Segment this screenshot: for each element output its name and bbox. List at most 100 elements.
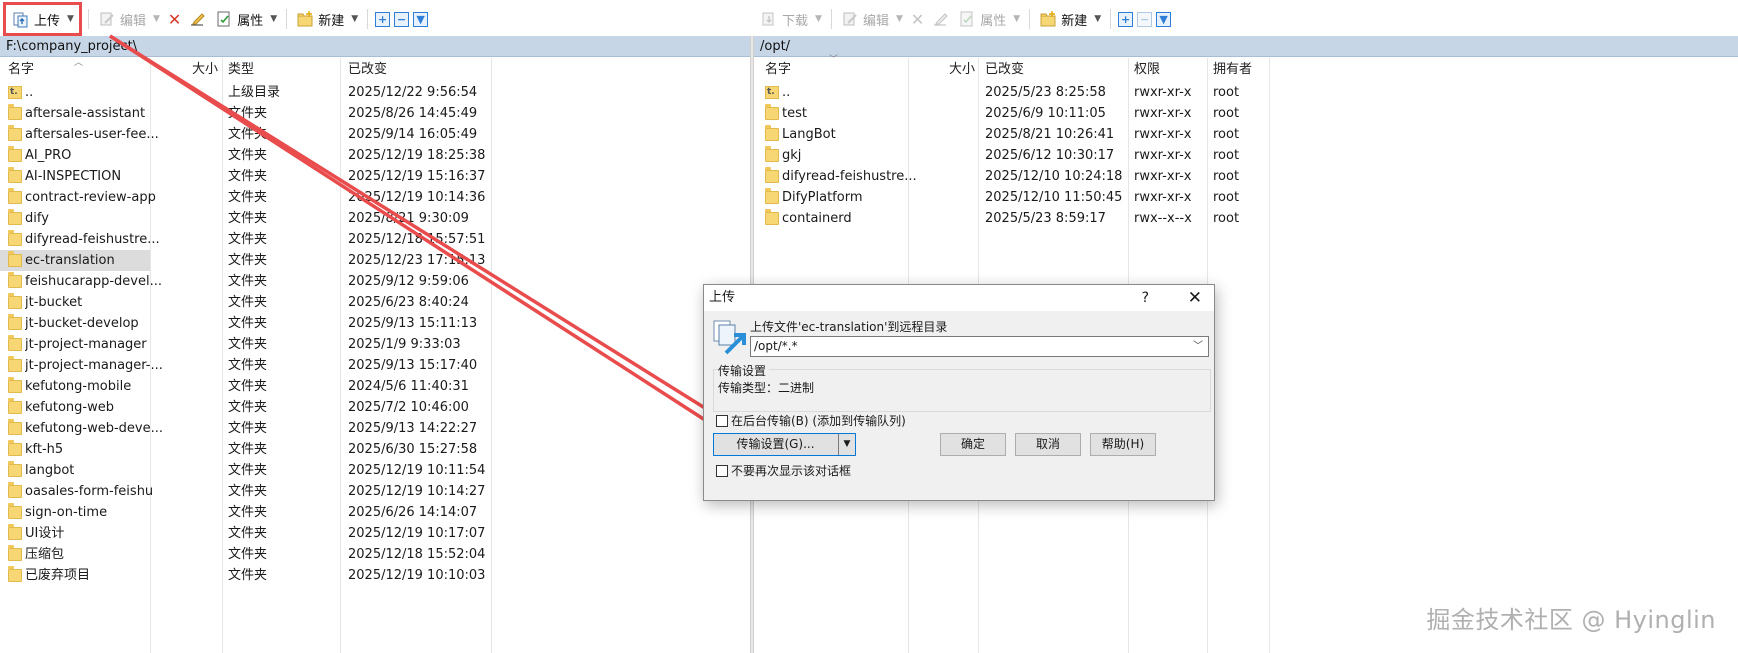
- column-header-size[interactable]: 大小: [192, 58, 218, 82]
- file-row[interactable]: AI-INSPECTION 文件夹 2025/12/19 15:16:37: [0, 166, 750, 187]
- download-dropdown-icon[interactable]: ▼: [815, 14, 822, 24]
- column-header-modified[interactable]: 已改变: [348, 58, 387, 82]
- cell-type: 文件夹: [228, 526, 268, 541]
- file-row[interactable]: test 2025/6/9 10:11:05 rwxr-xr-x root: [755, 103, 1738, 124]
- file-row[interactable]: jt-bucket-develop 文件夹 2025/9/13 15:11:13: [0, 313, 750, 334]
- cell-owner: root: [1213, 106, 1240, 121]
- remote-edit-dropdown-icon[interactable]: ▼: [896, 14, 903, 24]
- cell-name: jt-project-manager-...: [25, 358, 163, 373]
- cell-modified: 2025/6/30 15:27:58: [348, 442, 478, 457]
- folder-icon: [765, 167, 779, 183]
- file-row[interactable]: 压缩包 文件夹 2025/12/18 15:52:04: [0, 544, 750, 565]
- column-header-permissions[interactable]: 权限: [1134, 58, 1160, 82]
- cell-permissions: rwxr-xr-x: [1134, 85, 1192, 100]
- chevron-down-icon[interactable]: ﹀: [1193, 337, 1203, 356]
- background-transfer-checkbox[interactable]: [716, 414, 728, 427]
- column-header-name[interactable]: 名字: [8, 58, 34, 82]
- cell-name: oasales-form-feishu: [25, 484, 154, 499]
- column-header-type[interactable]: 类型: [228, 58, 254, 82]
- cell-permissions: rwxr-xr-x: [1134, 169, 1192, 184]
- file-row[interactable]: aftersales-user-fee... 文件夹 2025/9/14 16:05…: [0, 124, 750, 145]
- local-file-list[interactable]: 名字 ︿ 大小 类型 已改变 t... 上级目录 2025/12/22 9:56:5…: [0, 58, 750, 653]
- upload-dropdown-icon[interactable]: ▼: [67, 14, 74, 24]
- remote-edit-button[interactable]: 编辑 ▼: [837, 7, 907, 31]
- file-row[interactable]: kft-h5 文件夹 2025/6/30 15:27:58: [0, 439, 750, 460]
- parent-directory-row[interactable]: t... 上级目录 2025/12/22 9:56:54: [0, 82, 750, 103]
- file-row[interactable]: gkj 2025/6/12 10:30:17 rwxr-xr-x root: [755, 145, 1738, 166]
- upload-icon: [12, 10, 30, 28]
- edit-button[interactable]: 编辑 ▼: [94, 7, 164, 31]
- download-button[interactable]: 下载 ▼: [756, 7, 826, 31]
- cancel-button[interactable]: 取消: [1015, 433, 1081, 456]
- cell-modified: 2025/12/22 9:56:54: [348, 85, 478, 100]
- parent-directory-row[interactable]: t... 2025/5/23 8:25:58 rwxr-xr-x root: [755, 82, 1738, 103]
- file-row[interactable]: AI_PRO 文件夹 2025/12/19 18:25:38: [0, 145, 750, 166]
- select-all-icon[interactable]: +: [1118, 11, 1134, 27]
- file-row[interactable]: aftersale-assistant 文件夹 2025/8/26 14:45:49: [0, 103, 750, 124]
- cell-type: 文件夹: [228, 463, 268, 478]
- folder-icon: [8, 167, 22, 183]
- sort-ascending-icon: ︿: [74, 58, 84, 68]
- remote-properties-dropdown-icon[interactable]: ▼: [1013, 14, 1020, 24]
- file-row[interactable]: containerd 2025/5/23 8:59:17 rwx--x--x root: [755, 208, 1738, 229]
- new-button[interactable]: 新建 ▼: [292, 7, 362, 31]
- file-row[interactable]: LangBot 2025/8/21 10:26:41 rwxr-xr-x root: [755, 124, 1738, 145]
- watermark: 掘金技术社区 @ Hyinglin: [1426, 606, 1716, 634]
- parent-directory-icon: t.: [8, 86, 22, 99]
- column-header-name[interactable]: 名字: [765, 58, 791, 82]
- dialog-help-icon[interactable]: ?: [1142, 285, 1149, 311]
- remote-delete-button[interactable]: ✕: [907, 7, 928, 31]
- remote-new-dropdown-icon[interactable]: ▼: [1094, 14, 1101, 24]
- file-row[interactable]: kefutong-mobile 文件夹 2024/5/6 11:40:31: [0, 376, 750, 397]
- file-row[interactable]: kefutong-web-deve... 文件夹 2025/9/13 14:22:2…: [0, 418, 750, 439]
- dont-show-again-checkbox[interactable]: [716, 464, 728, 477]
- file-row[interactable]: difyread-feishustre... 文件夹 2025/12/18 15:5…: [0, 229, 750, 250]
- deselect-icon[interactable]: −: [1137, 11, 1153, 27]
- dialog-close-icon[interactable]: ✕: [1188, 285, 1202, 311]
- dont-show-again-label: 不要再次显示该对话框: [731, 464, 852, 478]
- edit-dropdown-icon[interactable]: ▼: [153, 14, 160, 24]
- file-row[interactable]: jt-project-manager-... 文件夹 2025/9/13 15:17…: [0, 355, 750, 376]
- file-row[interactable]: kefutong-web 文件夹 2025/7/2 10:46:00: [0, 397, 750, 418]
- dont-show-again-option[interactable]: 不要再次显示该对话框: [716, 462, 851, 479]
- remote-new-button[interactable]: 新建 ▼: [1035, 7, 1105, 31]
- target-path-combobox[interactable]: /opt/*.* ﹀: [750, 336, 1209, 357]
- transfer-settings-split-button[interactable]: 传输设置(G)... ▼: [713, 433, 856, 456]
- help-button[interactable]: 帮助(H): [1090, 433, 1156, 456]
- upload-button[interactable]: 上传 ▼: [8, 7, 78, 31]
- rename-button[interactable]: [185, 7, 211, 31]
- new-dropdown-icon[interactable]: ▼: [351, 14, 358, 24]
- column-header-owner[interactable]: 拥有者: [1213, 58, 1252, 82]
- file-row[interactable]: DifyPlatform 2025/12/10 11:50:45 rwxr-xr-x…: [755, 187, 1738, 208]
- file-row[interactable]: 已废弃项目 文件夹 2025/12/19 10:10:03: [0, 565, 750, 586]
- remote-path-bar[interactable]: /opt/: [754, 36, 1738, 57]
- delete-button[interactable]: ✕: [164, 7, 185, 31]
- remote-properties-button[interactable]: 属性 ▼: [954, 7, 1024, 31]
- local-path-bar[interactable]: F:\company_project\: [0, 36, 750, 57]
- column-header-modified[interactable]: 已改变: [985, 58, 1024, 82]
- folder-icon: [8, 356, 22, 372]
- file-row[interactable]: langbot 文件夹 2025/12/19 10:11:54: [0, 460, 750, 481]
- file-row[interactable]: jt-bucket 文件夹 2025/6/23 8:40:24: [0, 292, 750, 313]
- select-all-icon[interactable]: +: [375, 11, 391, 27]
- file-row[interactable]: ec-translation 文件夹 2025/12/23 17:15:13: [0, 250, 750, 271]
- transfer-settings-dropdown-icon[interactable]: ▼: [838, 434, 855, 455]
- file-row[interactable]: dify 文件夹 2025/8/21 9:30:09: [0, 208, 750, 229]
- remote-properties-label: 属性: [980, 13, 1007, 29]
- file-row[interactable]: sign-on-time 文件夹 2025/6/26 14:14:07: [0, 502, 750, 523]
- filter-icon[interactable]: ▼: [1156, 11, 1172, 27]
- properties-dropdown-icon[interactable]: ▼: [270, 14, 277, 24]
- file-row[interactable]: feishucarapp-devel... 文件夹 2025/9/12 9:59:0…: [0, 271, 750, 292]
- filter-icon[interactable]: ▼: [413, 11, 429, 27]
- file-row[interactable]: jt-project-manager 文件夹 2025/1/9 9:33:03: [0, 334, 750, 355]
- background-transfer-option[interactable]: 在后台传输(B) (添加到传输队列): [716, 412, 906, 429]
- file-row[interactable]: UI设计 文件夹 2025/12/19 10:17:07: [0, 523, 750, 544]
- column-header-size[interactable]: 大小: [949, 58, 975, 82]
- file-row[interactable]: contract-review-app 文件夹 2025/12/19 10:14:3…: [0, 187, 750, 208]
- remote-rename-button[interactable]: [928, 7, 954, 31]
- file-row[interactable]: difyread-feishustre... 2025/12/10 10:24:1…: [755, 166, 1738, 187]
- file-row[interactable]: oasales-form-feishu 文件夹 2025/12/19 10:14:2…: [0, 481, 750, 502]
- deselect-icon[interactable]: −: [394, 11, 410, 27]
- ok-button[interactable]: 确定: [940, 433, 1006, 456]
- properties-button[interactable]: 属性 ▼: [211, 7, 281, 31]
